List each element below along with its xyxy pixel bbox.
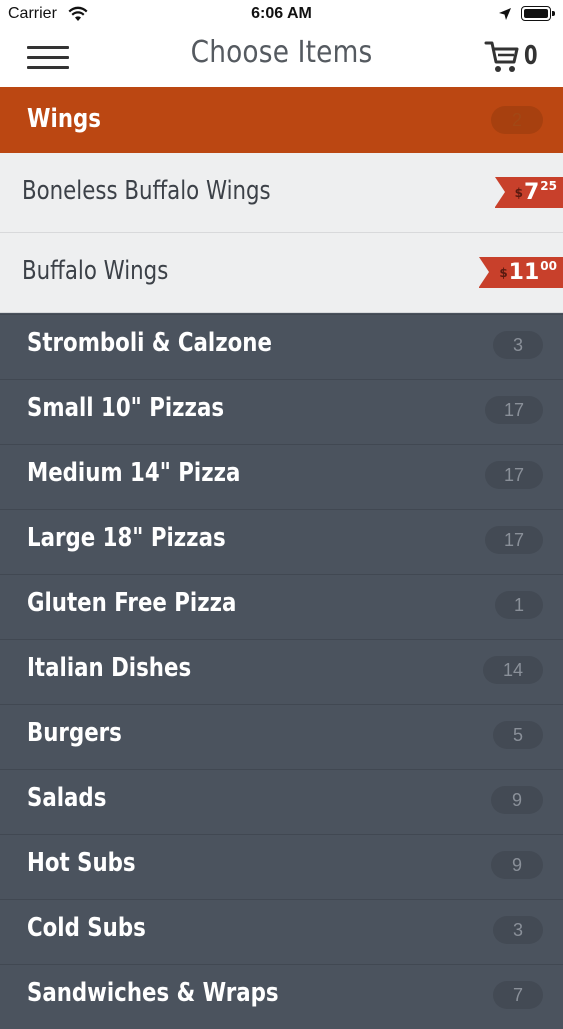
category-label: Salads [27, 783, 107, 813]
menu-item-row[interactable]: Buffalo Wings $1100 [0, 233, 563, 313]
category-label: Large 18" Pizzas [27, 523, 226, 553]
status-bar: Carrier 6:06 AM [0, 0, 563, 30]
item-name: Boneless Buffalo Wings [22, 176, 271, 206]
cart-count: 0 [524, 41, 538, 71]
price-whole: 11 [508, 260, 540, 285]
category-count-badge: 17 [485, 396, 543, 424]
category-header-wings[interactable]: Wings 2 [0, 87, 563, 153]
category-row[interactable]: Italian Dishes 14 [0, 639, 563, 704]
category-row[interactable]: Gluten Free Pizza 1 [0, 574, 563, 639]
category-count-badge: 9 [491, 786, 543, 814]
category-label: Cold Subs [27, 913, 146, 943]
category-count-badge: 3 [493, 331, 543, 359]
category-label: Sandwiches & Wraps [27, 978, 279, 1008]
category-label: Wings [27, 104, 101, 134]
price-tag: $725 [494, 177, 563, 208]
category-count-badge: 9 [491, 851, 543, 879]
category-row[interactable]: Large 18" Pizzas 17 [0, 509, 563, 574]
category-count-badge: 5 [493, 721, 543, 749]
battery-icon [521, 6, 555, 21]
category-row[interactable]: Sandwiches & Wraps 7 [0, 964, 563, 1029]
category-count-badge: 7 [493, 981, 543, 1009]
category-count-badge: 3 [493, 916, 543, 944]
category-row[interactable]: Stromboli & Calzone 3 [0, 314, 563, 379]
category-count-badge: 17 [485, 526, 543, 554]
category-label: Burgers [27, 718, 122, 748]
status-time: 6:06 AM [251, 5, 312, 22]
category-count-badge: 14 [483, 656, 543, 684]
category-row[interactable]: Small 10" Pizzas 17 [0, 379, 563, 444]
category-row[interactable]: Salads 9 [0, 769, 563, 834]
category-label: Gluten Free Pizza [27, 588, 237, 618]
price-tag: $1100 [479, 257, 563, 288]
menu-item-row[interactable]: Boneless Buffalo Wings $725 [0, 153, 563, 233]
category-count-badge: 2 [491, 106, 543, 134]
page-title: Choose Items [190, 35, 373, 70]
category-label: Small 10" Pizzas [27, 393, 225, 423]
cart-button[interactable]: 0 [484, 38, 544, 78]
category-row[interactable]: Medium 14" Pizza 17 [0, 444, 563, 509]
nav-bar: Choose Items 0 [0, 30, 563, 87]
price-currency: $ [514, 186, 523, 200]
price-whole: 7 [523, 180, 540, 205]
price-cents: 00 [540, 259, 557, 273]
category-label: Hot Subs [27, 848, 136, 878]
category-row[interactable]: Hot Subs 9 [0, 834, 563, 899]
category-row[interactable]: Burgers 5 [0, 704, 563, 769]
cart-icon [484, 41, 519, 72]
category-label: Stromboli & Calzone [27, 328, 272, 358]
category-label: Italian Dishes [27, 653, 192, 683]
price-cents: 25 [540, 179, 557, 193]
category-label: Medium 14" Pizza [27, 458, 241, 488]
category-row[interactable]: Cold Subs 3 [0, 899, 563, 964]
category-count-badge: 1 [495, 591, 543, 619]
item-name: Buffalo Wings [22, 256, 169, 286]
location-arrow-icon [499, 8, 511, 20]
category-count-badge: 17 [485, 461, 543, 489]
price-currency: $ [499, 266, 508, 280]
